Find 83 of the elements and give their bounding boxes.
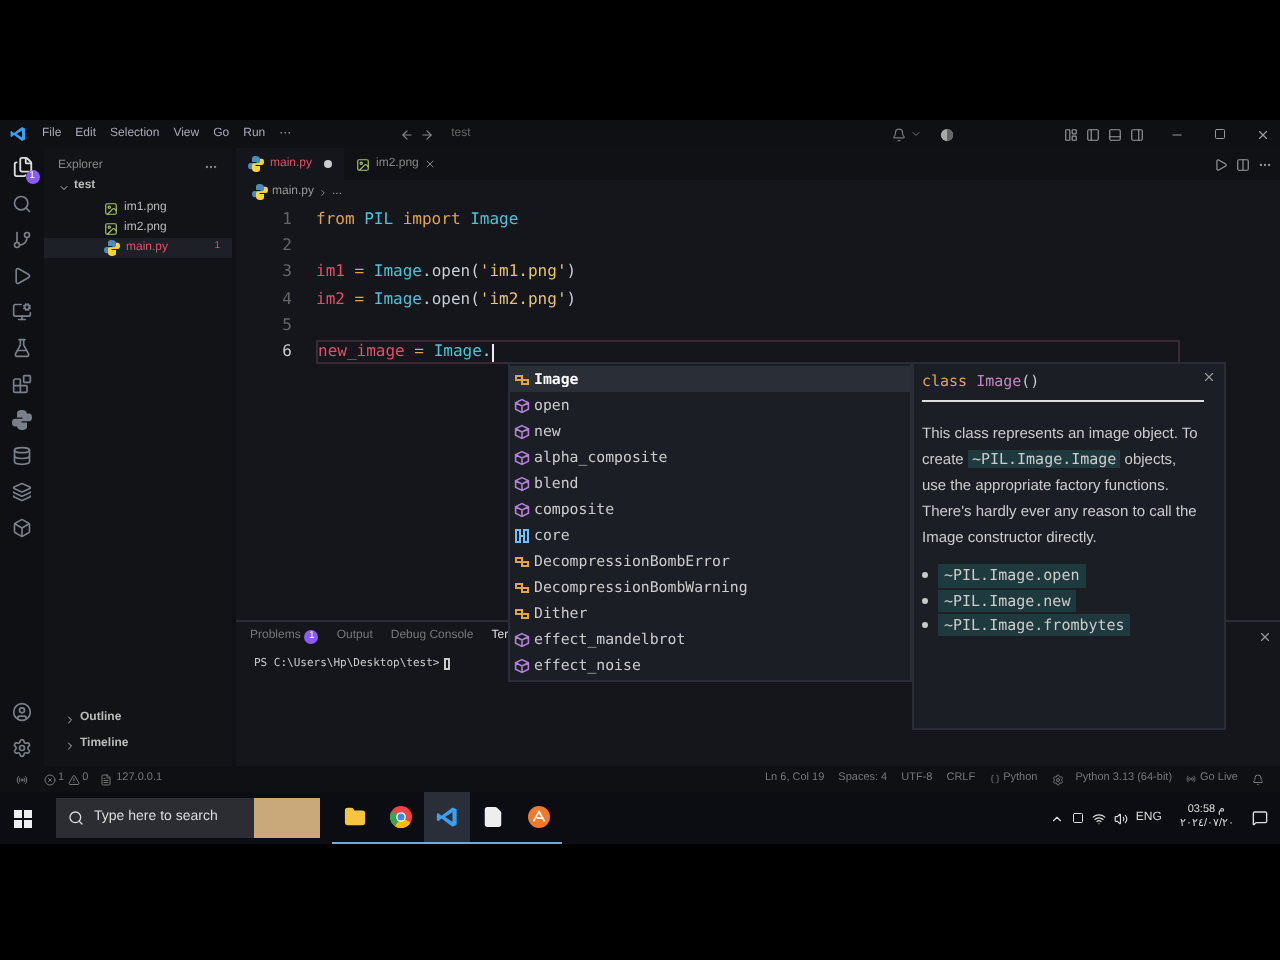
cube-icon	[514, 657, 530, 673]
back-arrow-icon[interactable]	[399, 127, 414, 141]
split-editor-icon[interactable]	[1236, 157, 1250, 171]
account-icon[interactable]	[12, 702, 32, 722]
chevron-right-icon	[64, 739, 76, 751]
code-line: im1 = Image.open('im1.png')	[316, 260, 577, 285]
extensions-icon[interactable]	[12, 374, 32, 394]
image-file-icon	[104, 201, 118, 215]
line-number: 5	[280, 313, 292, 338]
settings-icon[interactable]	[12, 738, 32, 758]
line-number: 4	[280, 287, 292, 312]
notification-icon[interactable]	[1252, 773, 1264, 785]
layout-icon[interactable]	[1064, 127, 1078, 141]
cube-icon	[514, 501, 530, 517]
browser-icon	[390, 806, 412, 828]
terminal-cursor	[443, 658, 450, 671]
chevron-up-icon[interactable]	[1049, 811, 1064, 825]
network-icon[interactable]	[1091, 811, 1106, 825]
cube-icon	[514, 475, 530, 491]
module-icon	[514, 527, 530, 543]
code-line: from PIL import Image	[316, 207, 519, 232]
half-circle-icon[interactable]	[940, 127, 954, 141]
python-logo-icon[interactable]	[12, 410, 32, 430]
secondary-sidebar-icon[interactable]	[1130, 127, 1144, 141]
close-panel-icon[interactable]	[1258, 629, 1272, 643]
chevron-right-icon	[64, 713, 76, 725]
run-icon[interactable]	[1214, 157, 1228, 171]
flask-icon[interactable]	[12, 338, 32, 358]
bullet-icon	[922, 621, 928, 628]
breadcrumb-separator-icon	[318, 187, 329, 197]
python-file-icon	[252, 184, 268, 200]
branch-icon[interactable]	[12, 230, 32, 250]
layers-icon[interactable]	[12, 482, 32, 502]
close-tab-icon[interactable]	[424, 158, 437, 170]
broadcast-icon	[1186, 774, 1197, 784]
warning-icon	[68, 773, 81, 785]
cube-icon	[514, 397, 530, 413]
python-file-icon	[104, 240, 120, 256]
forward-arrow-icon[interactable]	[419, 127, 434, 141]
class-icon	[514, 605, 530, 621]
search-icon	[68, 810, 84, 826]
document-icon	[482, 806, 504, 828]
gear-icon	[1051, 773, 1064, 785]
class-icon	[514, 371, 530, 387]
volume-icon[interactable]	[1113, 811, 1128, 825]
app-logo-icon	[10, 126, 26, 142]
code-editor-icon	[436, 806, 458, 828]
code-line: im2 = Image.open('im2.png')	[316, 287, 577, 312]
explorer-icon[interactable]	[11, 156, 33, 178]
close-icon[interactable]	[1202, 370, 1216, 384]
error-icon	[44, 773, 56, 785]
class-icon	[514, 553, 530, 569]
database-icon[interactable]	[12, 446, 32, 466]
maximize-icon[interactable]	[1214, 128, 1226, 140]
braces-icon	[989, 774, 1000, 784]
bullet-icon	[922, 597, 928, 604]
image-file-icon	[104, 221, 118, 235]
close-icon[interactable]	[1256, 127, 1270, 141]
cube-icon	[514, 449, 530, 465]
notifications-icon[interactable]	[1252, 810, 1268, 826]
line-number: 6	[280, 340, 292, 365]
text-cursor	[491, 343, 494, 362]
line-number: 1	[280, 207, 292, 232]
class-icon	[514, 579, 530, 595]
python-file-icon	[248, 156, 264, 172]
image-file-icon	[356, 157, 371, 171]
app-logo-icon	[528, 806, 550, 828]
sidebar-toggle-icon[interactable]	[1086, 127, 1100, 141]
panel-toggle-icon[interactable]	[1108, 127, 1122, 141]
cube-icon	[514, 631, 530, 647]
bullet-icon	[922, 572, 928, 579]
search-icon[interactable]	[12, 194, 32, 214]
cube-icon	[514, 423, 530, 439]
line-number: 3	[280, 260, 292, 285]
remote-icon[interactable]	[16, 773, 28, 785]
line-number: 2	[280, 233, 292, 258]
box-icon[interactable]	[12, 518, 32, 538]
search-highlight-picture	[254, 798, 320, 838]
remote-icon[interactable]	[12, 302, 32, 322]
run-icon[interactable]	[12, 266, 32, 286]
folder-icon	[344, 806, 366, 828]
windows-logo-icon[interactable]	[14, 809, 32, 827]
chevron-down-icon	[58, 181, 70, 193]
